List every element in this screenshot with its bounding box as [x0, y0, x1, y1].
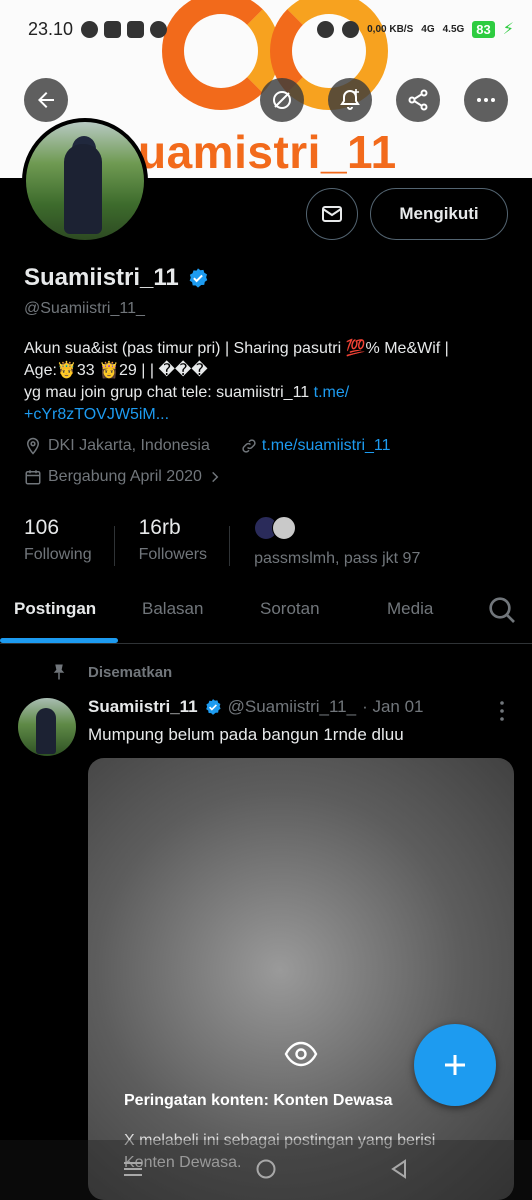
mutual-avatars — [254, 516, 420, 540]
followers-stat[interactable]: 16rb Followers — [139, 516, 229, 564]
search-icon — [489, 597, 515, 623]
post-text: Mumpung belum pada bangun 1rnde dluu — [88, 725, 404, 744]
recents-icon[interactable] — [122, 1158, 144, 1180]
arrow-left-icon — [38, 92, 54, 108]
pinned-indicator: Disematkan — [50, 662, 172, 682]
followers-label: Followers — [138, 546, 208, 563]
envelope-icon — [322, 206, 342, 222]
more-options-button[interactable] — [464, 78, 508, 122]
followers-count: 16rb — [138, 516, 181, 539]
location-pin-icon — [26, 437, 40, 455]
post-author-handle[interactable]: @Suamiistri_11_ — [228, 697, 356, 717]
battery-level: 83 — [472, 20, 495, 38]
eye-icon — [284, 1041, 318, 1067]
tab-posts[interactable]: Postingan — [14, 599, 96, 619]
post-date[interactable]: · Jan 01 — [362, 697, 423, 717]
charging-icon: ⚡ — [502, 21, 514, 38]
content-warning-title: Peringatan konten: Konten Dewasa — [124, 1092, 393, 1109]
following-stat[interactable]: 106 Following — [24, 516, 114, 564]
profile-stats: 106 Following 16rb Followers passmslmh, … — [24, 516, 420, 568]
share-button[interactable] — [396, 78, 440, 122]
bell-plus-icon — [340, 89, 360, 110]
pin-icon — [53, 664, 65, 680]
more-horizontal-icon — [477, 98, 495, 102]
status-bar: 23.10 0,00 KB/S 4G 4.5G 83 ⚡ — [0, 0, 532, 58]
tab-media[interactable]: Media — [387, 599, 433, 619]
website-text[interactable]: t.me/suamiistri_11 — [262, 437, 391, 455]
bio-line-3: yg mau join grup chat tele: suamiistri_1… — [24, 382, 514, 404]
bio-telegram-link-cont[interactable]: +cYr8zTOVJW5iM... — [24, 404, 514, 426]
message-button[interactable] — [306, 188, 358, 240]
instagram-icon — [127, 20, 145, 38]
pinned-label: Disematkan — [88, 663, 173, 681]
link-icon — [242, 439, 256, 453]
alarm-icon — [317, 20, 335, 38]
profile-name: Suamiistri_11 — [24, 264, 209, 292]
stat-divider — [113, 526, 115, 566]
profile-joined-row[interactable]: Bergabung April 2020 — [24, 468, 222, 486]
compass-off-icon — [273, 91, 291, 109]
mutual-avatar — [272, 516, 297, 540]
profile-meta-row: DKI Jakarta, Indonesia t.me/suamiistri_1… — [24, 437, 391, 455]
bio-line-2: Age:🤴33 👸29 | | ��� — [24, 362, 208, 379]
profile-website[interactable]: t.me/suamiistri_11 — [240, 437, 391, 455]
profile-tabs: Postingan Balasan Sorotan Media — [0, 588, 532, 644]
chevron-right-icon — [212, 471, 219, 483]
display-name: Suamiistri_11 — [24, 264, 179, 291]
mutual-followers-text: passmslmh, pass jkt 97 — [254, 550, 421, 567]
bio-line-1: Akun sua&ist (pas timur pri) | Sharing p… — [24, 340, 449, 357]
whatsapp-icon — [81, 20, 99, 38]
active-tab-indicator — [0, 638, 118, 643]
back-button[interactable] — [24, 78, 68, 122]
notifications-button[interactable] — [328, 78, 372, 122]
verified-badge-icon[interactable] — [187, 267, 209, 289]
profile-avatar[interactable] — [22, 118, 148, 244]
post-media-blurred[interactable]: Peringatan konten: Konten Dewasa X melab… — [88, 758, 514, 1200]
verified-badge-icon — [205, 699, 221, 715]
profile-bio: Akun sua&ist (pas timur pri) | Sharing p… — [24, 338, 514, 426]
profile-location: DKI Jakarta, Indonesia — [48, 437, 210, 454]
post-more-button[interactable] — [498, 700, 506, 722]
following-label: Following — [24, 546, 92, 563]
compose-post-button[interactable] — [414, 1024, 496, 1106]
network-speed: 0,00 KB/S — [367, 23, 414, 35]
bio-telegram-link[interactable]: t.me/ — [314, 384, 350, 401]
post-author-name[interactable]: Suamiistri_11 — [88, 697, 198, 717]
mutual-followers[interactable]: passmslmh, pass jkt 97 — [254, 516, 420, 568]
avatar-figure — [64, 144, 102, 234]
back-nav-icon[interactable] — [388, 1158, 410, 1180]
share-icon — [408, 89, 428, 111]
more-vertical-icon — [500, 701, 504, 721]
calendar-icon — [25, 470, 41, 485]
youtube-icon — [104, 20, 122, 38]
search-posts-button[interactable] — [484, 592, 520, 628]
profile-joined: Bergabung April 2020 — [48, 468, 202, 485]
following-count: 106 — [24, 516, 60, 539]
profile-handle: @Suamiistri_11_ — [24, 300, 145, 317]
tab-replies[interactable]: Balasan — [142, 599, 203, 619]
tab-highlights[interactable]: Sorotan — [260, 599, 320, 619]
explore-button[interactable] — [260, 78, 304, 122]
tiktok-icon — [150, 20, 168, 38]
signal-4g: 4G — [421, 23, 435, 35]
plus-icon — [445, 1055, 465, 1075]
headphones-icon — [342, 20, 360, 38]
post-header: Suamiistri_11 @Suamiistri_11_ · Jan 01 — [88, 697, 424, 717]
status-time: 23.10 — [28, 18, 74, 39]
signal-45g: 4.5G — [442, 23, 465, 35]
post-author-avatar[interactable] — [18, 698, 76, 756]
banner-brand-text: uamistri_11 — [138, 126, 397, 178]
following-button[interactable]: Mengikuti — [370, 188, 508, 240]
stat-divider — [229, 526, 231, 566]
post-avatar-figure — [36, 708, 56, 754]
system-nav-bar — [0, 1140, 532, 1200]
bio-line-3-text: yg mau join grup chat tele: suamiistri_1… — [24, 384, 314, 401]
home-icon[interactable] — [255, 1158, 277, 1180]
